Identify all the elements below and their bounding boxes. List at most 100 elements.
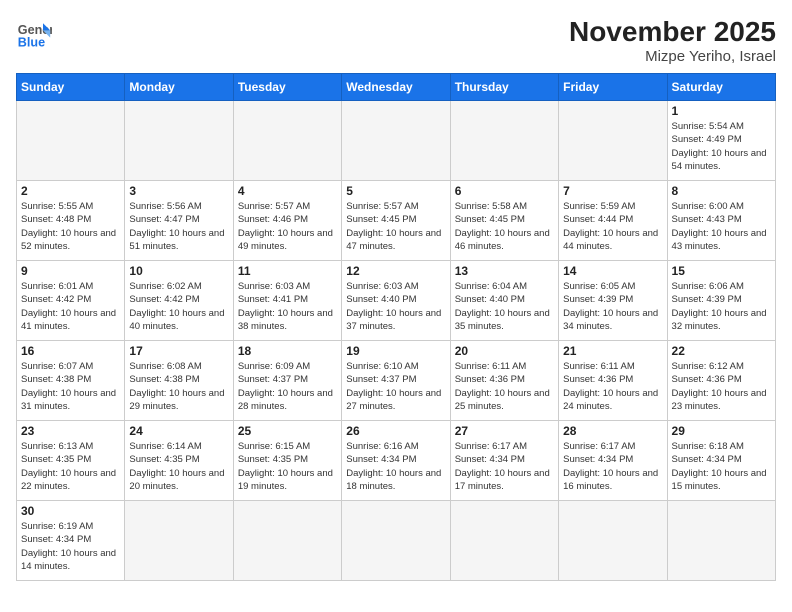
day-header-saturday: Saturday	[667, 74, 775, 101]
day-number: 9	[21, 264, 120, 278]
day-number: 8	[672, 184, 771, 198]
day-info: Sunrise: 6:05 AM Sunset: 4:39 PM Dayligh…	[563, 280, 662, 333]
day-header-monday: Monday	[125, 74, 233, 101]
day-number: 24	[129, 424, 228, 438]
day-cell: 4Sunrise: 5:57 AM Sunset: 4:46 PM Daylig…	[233, 181, 341, 261]
day-number: 14	[563, 264, 662, 278]
day-number: 26	[346, 424, 445, 438]
day-info: Sunrise: 6:17 AM Sunset: 4:34 PM Dayligh…	[455, 440, 554, 493]
day-info: Sunrise: 6:19 AM Sunset: 4:34 PM Dayligh…	[21, 520, 120, 573]
day-cell: 16 Sunrise: 6:07 AM Sunset: 4:38 PM Dayli…	[17, 341, 125, 421]
day-info: Sunrise: 6:06 AM Sunset: 4:39 PM Dayligh…	[672, 280, 771, 333]
day-info: Sunrise: 5:57 AM Sunset: 4:45 PM Dayligh…	[346, 200, 445, 253]
day-number: 18	[238, 344, 337, 358]
day-info: Sunrise: 6:02 AM Sunset: 4:42 PM Dayligh…	[129, 280, 228, 333]
day-header-wednesday: Wednesday	[342, 74, 450, 101]
day-number: 29	[672, 424, 771, 438]
header: General Blue November 2025 Mizpe Yeriho,…	[16, 16, 776, 65]
day-cell: 5 Sunrise: 5:57 AM Sunset: 4:45 PM Daylig…	[342, 181, 450, 261]
day-info: Sunrise: 6:04 AM Sunset: 4:40 PM Dayligh…	[455, 280, 554, 333]
day-cell	[342, 501, 450, 581]
day-cell: 6 Sunrise: 5:58 AM Sunset: 4:45 PM Daylig…	[450, 181, 558, 261]
calendar: SundayMondayTuesdayWednesdayThursdayFrid…	[16, 73, 776, 581]
day-number: 10	[129, 264, 228, 278]
day-info: Sunrise: 5:56 AM Sunset: 4:47 PM Dayligh…	[129, 200, 228, 253]
day-cell	[125, 501, 233, 581]
day-cell: 8 Sunrise: 6:00 AM Sunset: 4:43 PM Daylig…	[667, 181, 775, 261]
day-info: Sunrise: 5:55 AM Sunset: 4:48 PM Dayligh…	[21, 200, 120, 253]
day-cell: 23Sunrise: 6:13 AM Sunset: 4:35 PM Dayli…	[17, 421, 125, 501]
day-number: 4	[238, 184, 337, 198]
day-number: 11	[238, 264, 337, 278]
day-number: 22	[672, 344, 771, 358]
day-cell: 20Sunrise: 6:11 AM Sunset: 4:36 PM Dayli…	[450, 341, 558, 421]
day-info: Sunrise: 6:12 AM Sunset: 4:36 PM Dayligh…	[672, 360, 771, 413]
day-cell	[233, 501, 341, 581]
day-info: Sunrise: 6:01 AM Sunset: 4:42 PM Dayligh…	[21, 280, 120, 333]
day-number: 1	[672, 104, 771, 118]
title-area: November 2025 Mizpe Yeriho, Israel	[569, 16, 776, 65]
day-number: 25	[238, 424, 337, 438]
day-number: 19	[346, 344, 445, 358]
day-cell	[233, 101, 341, 181]
day-info: Sunrise: 6:11 AM Sunset: 4:36 PM Dayligh…	[563, 360, 662, 413]
day-header-sunday: Sunday	[17, 74, 125, 101]
day-cell: 3Sunrise: 5:56 AM Sunset: 4:47 PM Daylig…	[125, 181, 233, 261]
day-number: 20	[455, 344, 554, 358]
day-number: 23	[21, 424, 120, 438]
day-info: Sunrise: 6:07 AM Sunset: 4:38 PM Dayligh…	[21, 360, 120, 413]
day-number: 6	[455, 184, 554, 198]
week-row-2: 2Sunrise: 5:55 AM Sunset: 4:48 PM Daylig…	[17, 181, 776, 261]
day-info: Sunrise: 6:10 AM Sunset: 4:37 PM Dayligh…	[346, 360, 445, 413]
day-cell: 24Sunrise: 6:14 AM Sunset: 4:35 PM Dayli…	[125, 421, 233, 501]
day-info: Sunrise: 6:03 AM Sunset: 4:40 PM Dayligh…	[346, 280, 445, 333]
day-cell	[667, 501, 775, 581]
day-cell: 15Sunrise: 6:06 AM Sunset: 4:39 PM Dayli…	[667, 261, 775, 341]
day-info: Sunrise: 6:15 AM Sunset: 4:35 PM Dayligh…	[238, 440, 337, 493]
logo-icon: General Blue	[16, 16, 52, 52]
day-cell: 19 Sunrise: 6:10 AM Sunset: 4:37 PM Dayli…	[342, 341, 450, 421]
day-cell: 22 Sunrise: 6:12 AM Sunset: 4:36 PM Dayli…	[667, 341, 775, 421]
day-cell: 18Sunrise: 6:09 AM Sunset: 4:37 PM Dayli…	[233, 341, 341, 421]
day-number: 17	[129, 344, 228, 358]
week-row-1: 1 Sunrise: 5:54 AM Sunset: 4:49 PM Daylig…	[17, 101, 776, 181]
day-header-friday: Friday	[559, 74, 667, 101]
day-info: Sunrise: 6:17 AM Sunset: 4:34 PM Dayligh…	[563, 440, 662, 493]
location-title: Mizpe Yeriho, Israel	[569, 48, 776, 65]
day-number: 5	[346, 184, 445, 198]
day-cell: 27 Sunrise: 6:17 AM Sunset: 4:34 PM Dayli…	[450, 421, 558, 501]
day-cell: 10 Sunrise: 6:02 AM Sunset: 4:42 PM Dayli…	[125, 261, 233, 341]
day-header-tuesday: Tuesday	[233, 74, 341, 101]
week-row-4: 16 Sunrise: 6:07 AM Sunset: 4:38 PM Dayli…	[17, 341, 776, 421]
day-header-thursday: Thursday	[450, 74, 558, 101]
day-cell: 9 Sunrise: 6:01 AM Sunset: 4:42 PM Daylig…	[17, 261, 125, 341]
day-number: 28	[563, 424, 662, 438]
day-number: 7	[563, 184, 662, 198]
day-cell: 30Sunrise: 6:19 AM Sunset: 4:34 PM Dayli…	[17, 501, 125, 581]
day-info: Sunrise: 6:18 AM Sunset: 4:34 PM Dayligh…	[672, 440, 771, 493]
day-number: 21	[563, 344, 662, 358]
day-cell	[559, 101, 667, 181]
day-info: Sunrise: 6:16 AM Sunset: 4:34 PM Dayligh…	[346, 440, 445, 493]
day-cell: 11Sunrise: 6:03 AM Sunset: 4:41 PM Dayli…	[233, 261, 341, 341]
day-cell	[450, 501, 558, 581]
day-info: Sunrise: 6:00 AM Sunset: 4:43 PM Dayligh…	[672, 200, 771, 253]
day-number: 12	[346, 264, 445, 278]
day-info: Sunrise: 5:59 AM Sunset: 4:44 PM Dayligh…	[563, 200, 662, 253]
day-cell	[125, 101, 233, 181]
day-cell: 2Sunrise: 5:55 AM Sunset: 4:48 PM Daylig…	[17, 181, 125, 261]
logo: General Blue	[16, 16, 52, 52]
day-info: Sunrise: 5:58 AM Sunset: 4:45 PM Dayligh…	[455, 200, 554, 253]
day-number: 16	[21, 344, 120, 358]
day-cell: 17Sunrise: 6:08 AM Sunset: 4:38 PM Dayli…	[125, 341, 233, 421]
svg-text:Blue: Blue	[18, 36, 45, 50]
day-number: 13	[455, 264, 554, 278]
day-cell	[342, 101, 450, 181]
day-info: Sunrise: 5:54 AM Sunset: 4:49 PM Dayligh…	[672, 120, 771, 173]
day-cell	[450, 101, 558, 181]
day-cell: 12 Sunrise: 6:03 AM Sunset: 4:40 PM Dayli…	[342, 261, 450, 341]
week-row-6: 30Sunrise: 6:19 AM Sunset: 4:34 PM Dayli…	[17, 501, 776, 581]
day-header-row: SundayMondayTuesdayWednesdayThursdayFrid…	[17, 74, 776, 101]
day-cell: 21 Sunrise: 6:11 AM Sunset: 4:36 PM Dayli…	[559, 341, 667, 421]
day-number: 27	[455, 424, 554, 438]
